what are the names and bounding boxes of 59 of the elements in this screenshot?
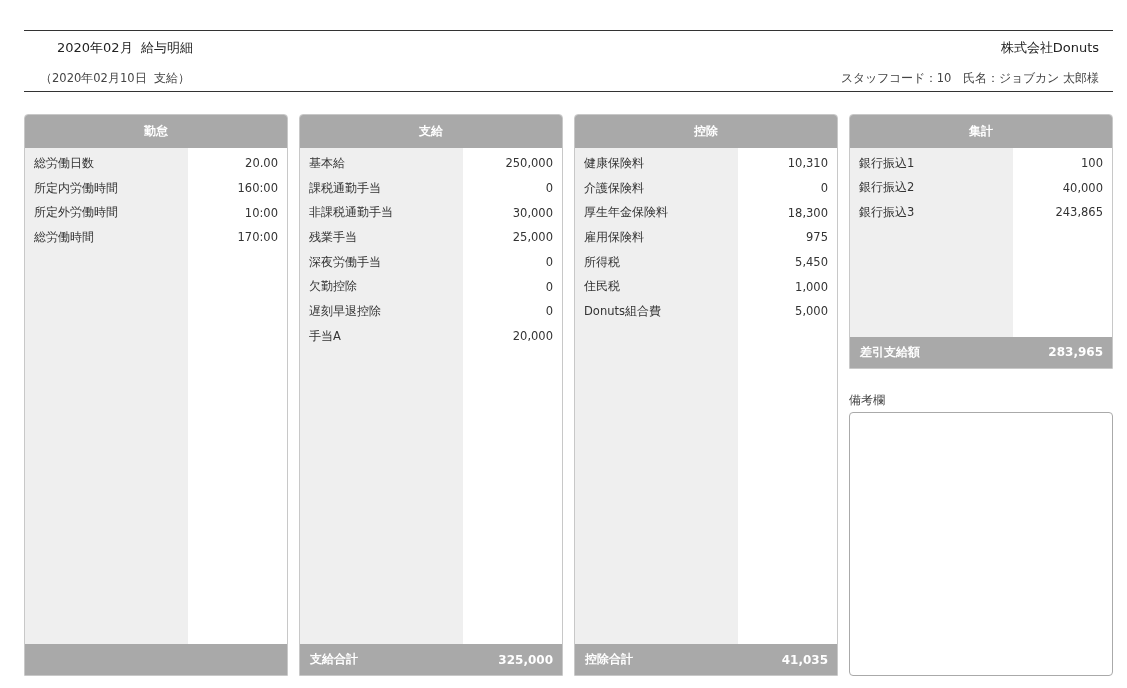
item-label: 所定内労働時間 [33,180,119,196]
panel-title: 控除 [575,115,837,148]
panel-title: 集計 [850,115,1112,148]
item-label: 深夜労働手当 [308,254,382,270]
item-label: 非課税通勤手当 [308,205,394,221]
item-label: 銀行振込1 [858,155,916,171]
item-label: 課税通勤手当 [308,180,382,196]
item-value: 10,310 [786,156,829,171]
item-label: 健康保険料 [583,155,645,171]
staff-info: スタッフコード：10 氏名：ジョブカン 太郎様 [840,70,1099,86]
item-label: 所得税 [583,254,621,270]
item-value: 10:00 [243,205,279,220]
document-title: 2020年02月 給与明細 [57,39,193,57]
item-value: 20.00 [244,156,279,171]
item-label: 基本給 [308,155,346,171]
item-value: 975 [805,230,829,245]
panel-title: 支給 [300,115,562,148]
item-label: 残業手当 [308,229,358,245]
item-label: 住民税 [583,279,621,295]
item-label: 介護保険料 [583,180,645,196]
item-label: 厚生年金保険料 [583,205,669,221]
total-value: 325,000 [498,652,553,667]
item-value: 0 [819,181,829,196]
item-label: 銀行振込3 [858,204,916,220]
item-value: 18,300 [786,205,829,220]
item-label: 雇用保険料 [583,229,645,245]
total-label: 控除合計 [585,651,633,668]
payment-date: （2020年02月10日 支給） [40,70,190,86]
item-value: 0 [544,255,554,270]
item-label: 遅刻早退控除 [308,303,382,319]
item-value: 243,865 [1054,205,1104,220]
item-value: 5,000 [794,304,829,319]
item-label: 手当A [308,328,342,344]
total-value: 283,965 [1048,345,1103,360]
item-value: 0 [544,279,554,294]
item-value: 5,450 [794,255,829,270]
panel-title: 勤怠 [25,115,287,148]
item-label: 総労働時間 [33,229,95,245]
item-label: 所定外労働時間 [33,205,119,221]
remarks-label: 備考欄 [849,392,886,408]
item-label: 銀行振込2 [858,180,916,196]
item-value: 250,000 [504,156,554,171]
total-value: 41,035 [781,652,828,667]
company-name: 株式会社Donuts [1000,39,1099,57]
item-value: 0 [544,304,554,319]
item-label: 欠勤控除 [308,279,358,295]
item-value: 1,000 [794,279,829,294]
item-value: 100 [1080,156,1104,170]
total-label: 支給合計 [310,651,358,668]
item-label: Donuts組合費 [583,303,662,319]
item-value: 0 [544,181,554,196]
item-value: 25,000 [511,230,554,245]
item-value: 40,000 [1061,180,1104,195]
item-value: 170:00 [236,230,279,245]
item-value: 20,000 [511,329,554,344]
item-value: 160:00 [236,181,279,196]
item-value: 30,000 [511,205,554,220]
total-label: 差引支給額 [860,343,920,361]
item-label: 総労働日数 [33,155,95,171]
